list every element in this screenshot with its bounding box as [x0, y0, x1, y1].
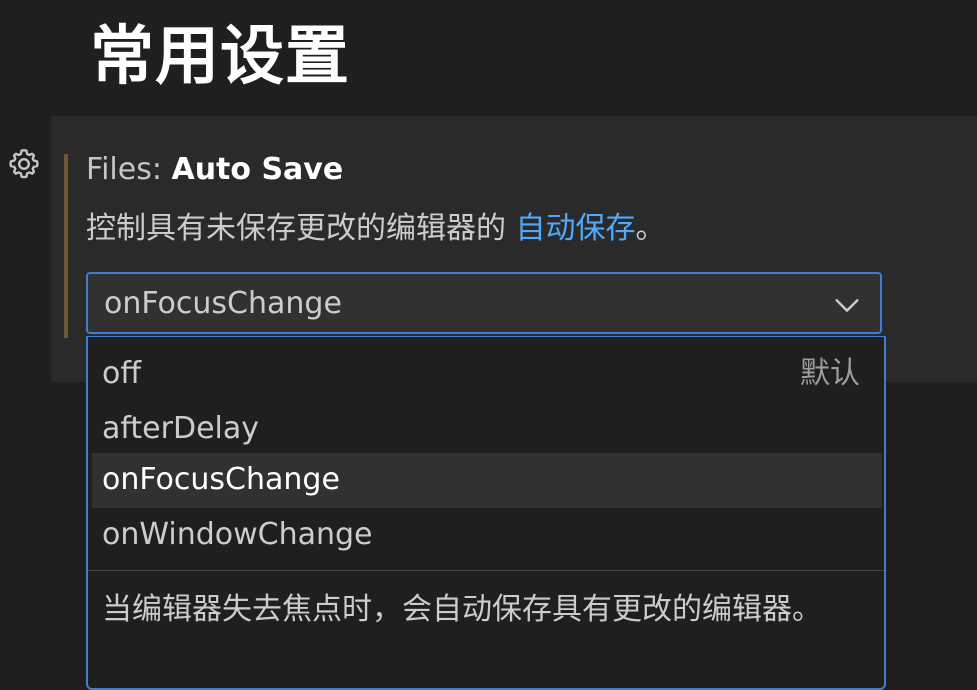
option-label: onWindowChange — [102, 517, 373, 552]
option-on-focus-change[interactable]: onFocusChange — [92, 453, 882, 508]
auto-save-select[interactable]: onFocusChange — [86, 272, 882, 334]
option-label: afterDelay — [102, 411, 260, 446]
setting-category: Files: — [86, 152, 172, 187]
chevron-down-icon[interactable] — [832, 290, 862, 320]
setting-name: Auto Save — [171, 152, 344, 187]
select-value: onFocusChange — [104, 286, 342, 321]
setting-description-text: 控制具有未保存更改的编辑器的 — [86, 211, 516, 246]
select-dropdown-list: off 默认 afterDelay onFocusChange onWindow… — [86, 336, 886, 690]
option-label: off — [102, 356, 142, 391]
option-description: 当编辑器失去焦点时，会自动保存具有更改的编辑器。 — [102, 592, 822, 627]
settings-page: 常用设置 Files: Auto Save 控制具有未保存更改的编辑器的 自动保… — [0, 0, 977, 690]
setting-title: Files: Auto Save — [86, 150, 343, 190]
gear-icon[interactable] — [6, 146, 42, 182]
option-on-window-change[interactable]: onWindowChange — [92, 508, 882, 563]
auto-save-link[interactable]: 自动保存 — [516, 211, 636, 246]
option-after-delay[interactable]: afterDelay — [92, 402, 882, 457]
dropdown-divider — [88, 570, 884, 571]
modified-indicator — [64, 154, 68, 338]
option-off[interactable]: off 默认 — [92, 347, 882, 402]
option-label: onFocusChange — [102, 462, 340, 497]
setting-description-suffix: 。 — [635, 211, 666, 246]
section-title: 常用设置 — [90, 20, 350, 94]
setting-description: 控制具有未保存更改的编辑器的 自动保存。 — [86, 208, 666, 250]
default-hint: 默认 — [800, 356, 860, 391]
